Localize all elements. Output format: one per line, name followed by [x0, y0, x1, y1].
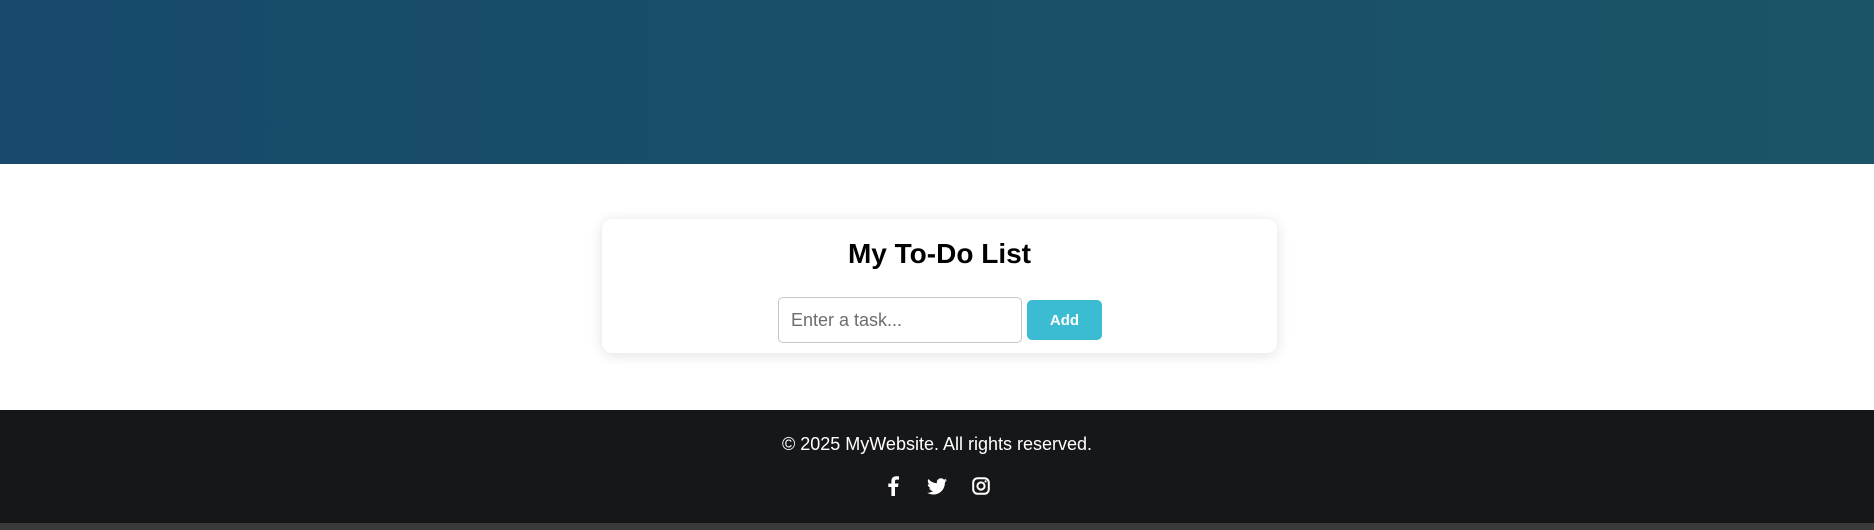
add-button[interactable]: Add: [1027, 300, 1102, 340]
todo-title: My To-Do List: [847, 238, 1031, 269]
task-input[interactable]: [778, 297, 1022, 343]
bottom-strip: [0, 523, 1874, 530]
header-banner: [0, 0, 1874, 164]
social-links: [0, 474, 1874, 498]
facebook-link[interactable]: [881, 474, 905, 498]
footer: © 2025 MyWebsite. All rights reserved.: [0, 410, 1874, 523]
instagram-icon: [972, 477, 990, 495]
instagram-link[interactable]: [969, 474, 993, 498]
twitter-link[interactable]: [925, 474, 949, 498]
twitter-icon: [927, 477, 947, 495]
page: My To-Do List Add © 2025 MyWebsite. All …: [0, 0, 1874, 523]
todo-card: My To-Do List Add: [602, 219, 1277, 353]
facebook-icon: [887, 476, 899, 496]
copyright-text: © 2025 MyWebsite. All rights reserved.: [781, 434, 1093, 454]
